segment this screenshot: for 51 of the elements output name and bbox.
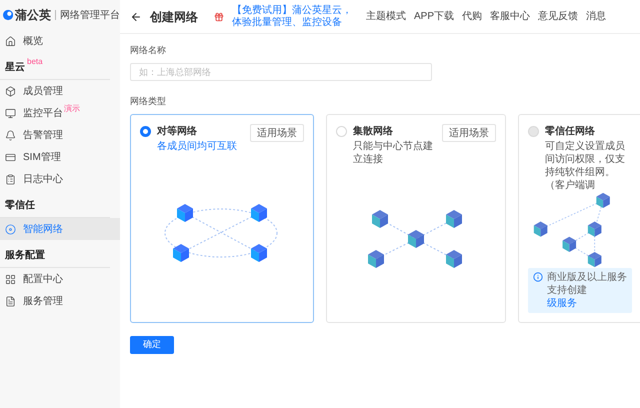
header-link[interactable]: 消息: [586, 9, 606, 24]
header-link[interactable]: 客服中心: [490, 9, 530, 24]
home-icon: [5, 36, 16, 46]
nav-item[interactable]: 服务管理: [0, 290, 120, 312]
scenario-button[interactable]: 适用场景: [250, 124, 304, 142]
page-title: 创建网络: [150, 8, 198, 26]
card-description: 可自定义设置成员间访问权限，仅支持纯软件组网。（客户端调: [545, 140, 626, 192]
confirm-button[interactable]: 确定: [130, 336, 174, 354]
card-title: 对等网络: [157, 124, 198, 139]
network-type-card[interactable]: 集散网络 只能与中心节点建立连接 适用场景: [326, 114, 506, 323]
grid-icon: [5, 274, 16, 284]
field-label: 网络类型: [130, 94, 167, 108]
network-type-card[interactable]: 对等网络 各成员间均可互联 适用场景: [130, 114, 314, 323]
gift-icon: [214, 12, 224, 22]
info-icon: [533, 272, 543, 282]
nav-item[interactable]: 成员管理: [0, 80, 120, 102]
scenario-button[interactable]: 适用场景: [442, 124, 496, 142]
notice-text: 商业版及以上服务支持创建: [547, 271, 627, 297]
nav-item[interactable]: 告警管理: [0, 124, 120, 146]
section-heading: 服务配置: [5, 248, 45, 263]
platform-title: 网络管理平台: [60, 8, 120, 22]
header-link[interactable]: 意见反馈: [538, 9, 578, 24]
logo-text: 蒲公英: [15, 7, 52, 24]
monitor-icon: [5, 108, 16, 118]
superscript-label: beta: [27, 58, 43, 66]
ring-icon: [5, 224, 16, 234]
nav-item[interactable]: 配置中心: [0, 268, 120, 290]
card-title: 集散网络: [353, 124, 394, 139]
back-icon[interactable]: [130, 10, 142, 22]
card-description: 各成员间均可互联: [157, 140, 238, 153]
nav-item[interactable]: SIM管理: [0, 146, 120, 168]
section-heading: 星云: [5, 60, 25, 75]
card-description: 只能与中心节点建立连接: [353, 140, 434, 166]
cube-icon: [5, 86, 16, 96]
document-icon: [5, 296, 16, 306]
nav-item[interactable]: 日志中心: [0, 168, 120, 190]
bell-icon: [5, 130, 16, 140]
card-title: 零信任网络: [545, 124, 596, 139]
nav-item[interactable]: 概览: [0, 30, 120, 52]
field-label: 网络名称: [130, 44, 167, 57]
logo-icon: [3, 9, 14, 21]
header-link[interactable]: 代购: [462, 9, 482, 24]
header-link[interactable]: APP下载: [414, 9, 454, 24]
promo-link[interactable]: 【免费试用】蒲公英星云，体验批量管理、监控设备: [232, 4, 358, 28]
card-icon: [5, 152, 16, 162]
superscript-label: 演示: [64, 105, 80, 113]
radio-button[interactable]: [140, 126, 151, 137]
clipboard-icon: [5, 174, 16, 184]
section-heading: 零信任: [5, 198, 35, 213]
header-link[interactable]: 主题模式: [366, 9, 406, 24]
network-name-input[interactable]: 如：上海总部网络: [130, 62, 432, 80]
